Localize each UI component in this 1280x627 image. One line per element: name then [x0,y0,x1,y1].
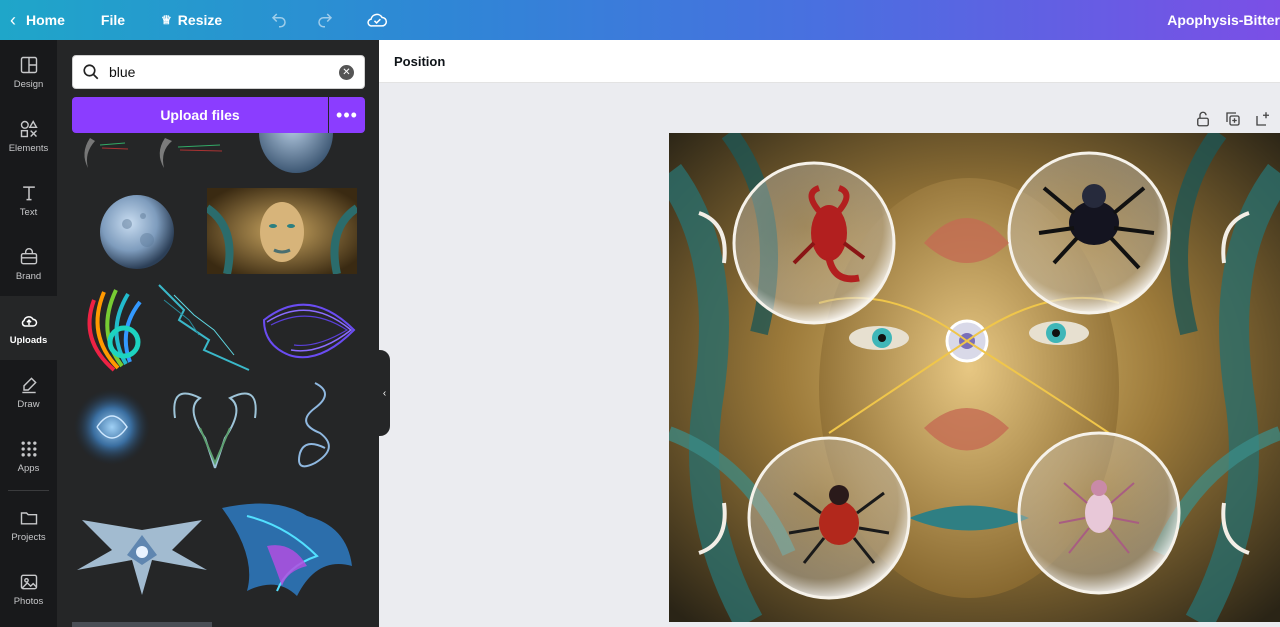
rail-label-text: Text [19,206,38,218]
rail-label-draw: Draw [17,398,40,410]
briefcase-icon [20,247,37,264]
redo-icon [318,13,333,28]
resize-button[interactable]: ♕ Resize [151,0,232,40]
apps-grid-icon [21,441,36,456]
uploads-panel: ✕ Upload files ••• [57,40,379,627]
top-bar: ‹ Home File ♕ Resize Apophysis-Bitter [0,0,1280,40]
search-input[interactable] [109,64,329,80]
undo-icon [272,13,286,28]
upload-thumbnail[interactable] [165,378,265,470]
upload-thumbnail[interactable] [74,280,149,372]
rail-divider [8,490,49,491]
home-button[interactable]: ‹ Home [0,0,75,40]
upload-files-button[interactable]: Upload files [72,97,328,133]
cloud-upload-icon [21,315,37,327]
duplicate-page-icon[interactable] [1224,110,1242,128]
search-icon [83,64,99,80]
left-rail: Design Elements Text Brand Uploads Draw … [0,40,57,627]
rail-item-brand[interactable]: Brand [0,232,57,296]
search-box: ✕ [72,55,365,89]
pen-icon [21,376,37,393]
home-label: Home [26,12,65,28]
file-menu-button[interactable]: File [91,0,135,40]
rail-item-photos[interactable]: Photos [0,557,57,621]
upload-thumbnail[interactable] [217,496,357,608]
rail-item-projects[interactable]: Projects [0,493,57,557]
rail-label-elements: Elements [8,142,49,154]
upload-thumbnail[interactable] [72,500,212,600]
add-page-icon[interactable] [1254,110,1272,128]
rail-label-design: Design [13,78,44,90]
clear-search-icon[interactable]: ✕ [339,65,354,80]
rail-label-brand: Brand [15,270,42,282]
rail-item-elements[interactable]: Elements [0,104,57,168]
lock-icon[interactable] [1194,110,1212,128]
rail-label-projects: Projects [11,531,46,543]
rail-item-draw[interactable]: Draw [0,360,57,424]
upload-row: Upload files ••• [72,97,365,133]
upload-thumbnail[interactable] [154,280,254,372]
upload-thumbnail[interactable] [72,622,212,627]
upload-thumbnail[interactable] [257,133,335,173]
text-icon [22,185,35,200]
upload-thumbnail[interactable] [150,133,230,173]
redo-button[interactable] [306,0,344,40]
upload-thumbnail[interactable] [72,385,152,470]
upload-thumbnail[interactable] [259,290,357,365]
file-label: File [100,12,126,28]
rail-item-uploads[interactable]: Uploads [0,296,57,360]
rail-label-uploads: Uploads [9,334,48,346]
rail-label-apps: Apps [17,462,40,474]
rail-item-apps[interactable]: Apps [0,424,57,488]
upload-thumbnail[interactable] [285,378,340,478]
undo-button[interactable] [260,0,298,40]
rail-item-design[interactable]: Design [0,40,57,104]
cloud-check-icon [367,13,388,27]
cloud-saved-button[interactable] [356,0,398,40]
upload-options-button[interactable]: ••• [329,97,365,133]
upload-thumbnail[interactable] [207,188,357,274]
chevron-left-icon: ‹ [382,387,387,399]
rail-item-text[interactable]: Text [0,168,57,232]
chevron-left-icon: ‹ [10,9,16,30]
upload-thumbnail[interactable] [70,133,130,173]
upload-thumbnail[interactable] [97,192,177,272]
rail-label-photos: Photos [13,595,44,607]
image-icon [20,574,37,589]
design-canvas-image[interactable] [669,133,1280,622]
resize-label: Resize [177,12,223,28]
context-toolbar: Position [379,40,1280,83]
collapse-panel-button[interactable]: ‹ [379,350,390,436]
design-title[interactable]: Apophysis-Bitter [1167,0,1280,40]
layout-icon [20,56,37,73]
crown-icon: ♕ [161,13,172,27]
position-button[interactable]: Position [394,54,445,69]
page-tools [1194,110,1272,128]
shapes-icon [20,119,38,137]
folder-icon [20,511,37,525]
